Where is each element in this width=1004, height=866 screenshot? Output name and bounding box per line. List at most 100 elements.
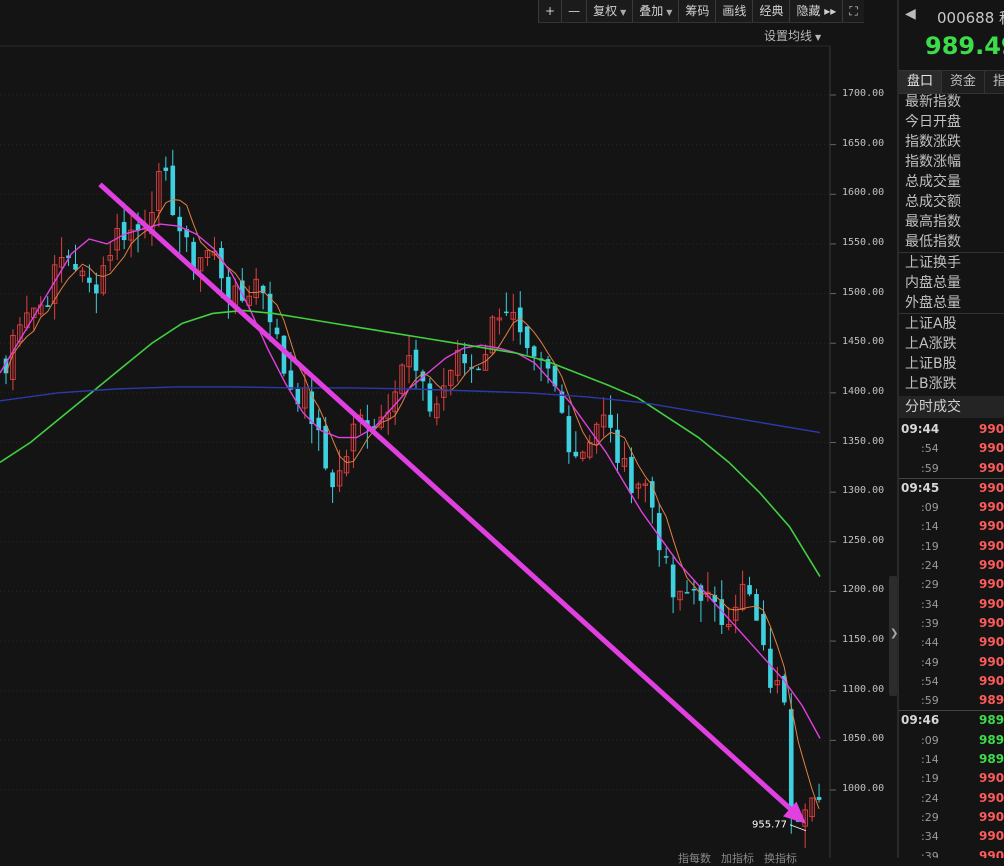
- trade-row: :39 990.: [899, 614, 1004, 633]
- toolbar-button-3[interactable]: 叠加 ▼: [632, 0, 678, 22]
- toolbar-button-2[interactable]: 复权 ▼: [586, 0, 632, 22]
- indicator-tab-0[interactable]: 指每数: [678, 852, 711, 865]
- candle-body: [177, 216, 183, 232]
- stat-label: 上证B股: [905, 356, 957, 372]
- side-tabs: 盘口资金指: [899, 70, 1004, 94]
- stat-label: 总成交量: [905, 174, 961, 190]
- trade-time: :54: [921, 442, 939, 456]
- candle-body: [73, 264, 78, 270]
- y-tick-label: 1450.00: [842, 336, 885, 348]
- candle-body: [330, 472, 335, 488]
- candle-body: [691, 588, 697, 591]
- toolbar-button-0[interactable]: +: [538, 0, 561, 22]
- caret-down-icon: ▼: [666, 8, 673, 17]
- trade-time: :39: [921, 849, 939, 858]
- ma-short-line: [5, 199, 820, 810]
- toolbar-button-label: 隐藏 ▸▸: [796, 4, 837, 18]
- trade-time: :29: [921, 810, 939, 824]
- side-tab-0[interactable]: 盘口: [899, 71, 943, 93]
- trade-price: 990.: [979, 673, 1004, 688]
- toolbar-button-label: 复权: [593, 4, 618, 18]
- trade-price: 990.: [979, 635, 1004, 650]
- low-price-label: 955.77: [752, 820, 787, 831]
- ma-long-line: [0, 309, 821, 577]
- ma-longest-line: [0, 386, 821, 434]
- candle-body: [87, 277, 92, 283]
- toolbar-button-5[interactable]: 画线: [715, 0, 752, 22]
- trade-price: 990.: [979, 558, 1004, 573]
- trade-price: 990.: [979, 829, 1004, 844]
- trend-arrow-line: [98, 182, 800, 818]
- trade-row: 09:46 989.: [899, 710, 1004, 730]
- settings-ma-button[interactable]: 设置均线 ▼: [764, 27, 821, 44]
- toolbar-button-label: 经典: [759, 4, 784, 18]
- trade-price: 990.: [979, 480, 1004, 495]
- stat-label: 最低指数: [905, 234, 961, 250]
- stat-label: 上证换手: [905, 255, 961, 271]
- toolbar-button-label: 筹码: [685, 4, 710, 18]
- trade-time: :19: [921, 772, 939, 786]
- candle-body: [462, 354, 467, 364]
- indicator-tab-1[interactable]: 加指标: [721, 852, 754, 865]
- trade-row: :54 990.: [899, 672, 1004, 691]
- quote-header: ◀ 000688 科 989.49: [899, 0, 1004, 64]
- trade-row: :24 990.: [899, 789, 1004, 808]
- candle-body: [761, 614, 766, 646]
- y-tick-label: 1150.00: [842, 634, 885, 646]
- toolbar-button-1[interactable]: —: [561, 0, 586, 22]
- candle-body: [684, 592, 690, 594]
- toolbar-button-6[interactable]: 经典: [752, 0, 789, 22]
- trade-price: 990.: [979, 441, 1004, 456]
- toolbar-button-4[interactable]: 筹码: [678, 0, 715, 22]
- back-arrow-icon[interactable]: ◀: [905, 6, 916, 22]
- trade-time: 09:45: [901, 480, 940, 495]
- stat-label: 内盘总量: [905, 275, 961, 291]
- candle-body: [608, 414, 613, 428]
- trade-price: 990.: [979, 422, 1004, 436]
- candle-body: [747, 585, 752, 595]
- kline-chart[interactable]: 955.77: [0, 0, 890, 858]
- trade-time: :54: [921, 674, 939, 688]
- trade-price: 990.: [979, 460, 1004, 475]
- side-tab-2[interactable]: 指: [985, 71, 1004, 93]
- trade-row: :34 990.: [899, 827, 1004, 846]
- candle-body: [663, 556, 669, 558]
- candle-body: [788, 709, 794, 815]
- trade-row: :34 990.: [899, 595, 1004, 614]
- trade-row: :49 990.: [899, 653, 1004, 672]
- trade-time: :19: [921, 539, 939, 553]
- quote-side-panel: ◀ 000688 科 989.49 盘口资金指 最新指数今日开盘指数涨跌指数涨幅…: [897, 0, 1004, 858]
- trade-time: :39: [921, 616, 939, 630]
- indicator-tab-2[interactable]: 换指标: [764, 852, 797, 865]
- trade-price: 989.: [979, 693, 1004, 708]
- candle-body: [45, 305, 50, 307]
- side-tab-1[interactable]: 资金: [942, 71, 986, 93]
- toolbar-button-8[interactable]: ⛶: [842, 0, 863, 22]
- trade-time: :09: [921, 733, 939, 747]
- y-tick-label: 1550.00: [842, 236, 885, 248]
- candle-body: [768, 648, 773, 688]
- caret-down-icon: ▼: [620, 8, 627, 17]
- candle-body: [656, 513, 662, 551]
- trade-price: 990.: [979, 809, 1004, 824]
- trade-row: :19 990.: [899, 537, 1004, 556]
- stat-label: 今日开盘: [905, 114, 961, 130]
- y-tick-label: 1250.00: [842, 534, 885, 546]
- trade-row: :09 989.: [899, 731, 1004, 750]
- trade-row: :39 990.: [899, 847, 1004, 858]
- trade-price: 990.: [979, 577, 1004, 592]
- candle-body: [121, 222, 127, 241]
- trades-title: 分时成交: [899, 396, 1004, 418]
- stat-label: 外盘总量: [905, 295, 961, 311]
- trade-row: :24 990.: [899, 556, 1004, 575]
- trade-time: :29: [921, 578, 939, 592]
- toolbar-button-7[interactable]: 隐藏 ▸▸: [789, 0, 842, 22]
- y-tick-label: 1100.00: [842, 683, 885, 695]
- trade-time: :24: [921, 791, 939, 805]
- current-price: 989.49: [925, 32, 1004, 60]
- trade-time: :49: [921, 655, 939, 669]
- toolbar-button-label: —: [568, 4, 581, 18]
- trade-time: :34: [921, 597, 939, 611]
- kline-chart-area[interactable]: 955.77 + — 复权 ▼ 叠加 ▼ 筹码 画线 经典 隐藏 ▸▸ ⛶ 设置均线 ▼ 1700.0…: [0, 0, 890, 865]
- trade-price: 989.: [979, 752, 1004, 767]
